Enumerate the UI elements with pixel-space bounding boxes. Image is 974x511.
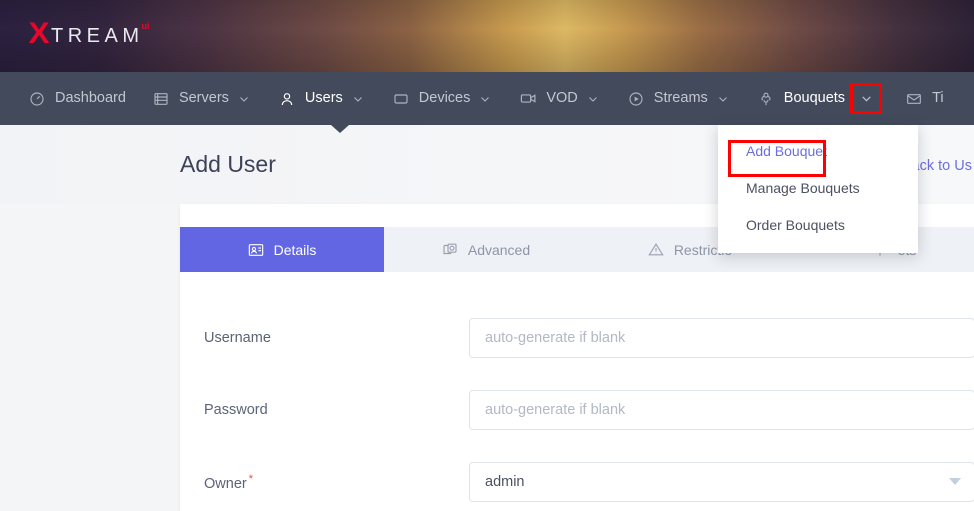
page-title: Add User bbox=[180, 151, 276, 177]
form-row-owner: Owner * bbox=[180, 446, 974, 511]
envelope-icon bbox=[905, 90, 923, 108]
nav-label-servers: Servers bbox=[178, 90, 229, 107]
label-text-password: Password bbox=[204, 402, 268, 418]
nav-item-bouquets[interactable]: Bouquets bbox=[757, 72, 883, 125]
logo-wordmark: TREAM bbox=[51, 25, 144, 47]
device-icon bbox=[392, 90, 410, 108]
chevron-down-icon-devices[interactable] bbox=[477, 91, 493, 107]
flower-icon bbox=[757, 90, 775, 108]
nav-item-streams[interactable]: Streams bbox=[627, 72, 731, 125]
xtream-logo[interactable]: X TREAM ui bbox=[29, 19, 150, 51]
active-nav-caret bbox=[331, 125, 349, 133]
chevron-down-icon-streams[interactable] bbox=[715, 91, 731, 107]
nav-label-vod: VOD bbox=[546, 90, 578, 107]
password-input[interactable] bbox=[469, 390, 974, 430]
form-row-password: Password bbox=[180, 374, 974, 446]
dropdown-item-add-bouquet[interactable]: Add Bouquet bbox=[718, 133, 918, 170]
tab-advanced[interactable]: Advanced bbox=[384, 227, 588, 272]
main-navigation: Dashboard Servers Users Devices VOD Stre… bbox=[0, 72, 974, 125]
nav-item-devices[interactable]: Devices bbox=[392, 72, 494, 125]
video-icon bbox=[519, 90, 537, 108]
nav-label-bouquets: Bouquets bbox=[783, 90, 846, 107]
chevron-down-icon-bouquets[interactable] bbox=[850, 83, 883, 114]
tab-label-details: Details bbox=[273, 241, 317, 258]
chevron-down-icon-users[interactable] bbox=[350, 91, 366, 107]
tab-details[interactable]: Details bbox=[180, 227, 384, 272]
brand-header: X TREAM ui bbox=[0, 0, 974, 72]
nav-item-dashboard[interactable]: Dashboard bbox=[28, 72, 126, 125]
nav-label-streams: Streams bbox=[653, 90, 708, 107]
nav-label-users: Users bbox=[304, 90, 343, 107]
username-input[interactable] bbox=[469, 318, 974, 358]
required-asterisk-owner: * bbox=[248, 472, 253, 485]
nav-item-servers[interactable]: Servers bbox=[152, 72, 252, 125]
nav-label-dashboard: Dashboard bbox=[55, 90, 126, 107]
gauge-icon bbox=[28, 90, 46, 108]
sliders-icon bbox=[442, 242, 458, 258]
label-password: Password bbox=[204, 402, 469, 418]
nav-item-users[interactable]: Users bbox=[278, 72, 366, 125]
owner-select-wrapper[interactable] bbox=[469, 462, 974, 502]
owner-select[interactable] bbox=[469, 462, 974, 502]
chevron-down-icon-servers[interactable] bbox=[236, 91, 252, 107]
nav-label-tickets: Ti bbox=[932, 90, 944, 107]
chevron-down-icon-vod[interactable] bbox=[585, 91, 601, 107]
app-root: X TREAM ui Dashboard Servers Users Devic… bbox=[0, 0, 974, 511]
label-text-username: Username bbox=[204, 330, 271, 346]
label-owner: Owner * bbox=[204, 473, 469, 492]
logo-x-mark: X bbox=[28, 17, 50, 50]
logo-superscript: ui bbox=[141, 21, 150, 31]
bouquets-dropdown-menu: Add Bouquet Manage Bouquets Order Bouque… bbox=[718, 125, 918, 254]
nav-label-devices: Devices bbox=[418, 90, 471, 107]
dropdown-item-order-bouquets[interactable]: Order Bouquets bbox=[718, 207, 918, 244]
form-row-username: Username bbox=[180, 302, 974, 374]
id-card-icon bbox=[248, 242, 264, 258]
nav-item-tickets[interactable]: Ti bbox=[905, 72, 944, 125]
server-icon bbox=[152, 90, 170, 108]
tab-label-advanced: Advanced bbox=[467, 241, 531, 258]
user-icon bbox=[278, 90, 296, 108]
dropdown-item-manage-bouquets[interactable]: Manage Bouquets bbox=[718, 170, 918, 207]
add-user-form: Username Password Owner* bbox=[180, 272, 974, 511]
warning-triangle-icon bbox=[648, 242, 664, 258]
nav-item-vod[interactable]: VOD bbox=[519, 72, 600, 125]
label-text-owner: Owner bbox=[204, 475, 247, 492]
label-username: Username bbox=[204, 330, 469, 346]
play-circle-icon bbox=[627, 90, 645, 108]
